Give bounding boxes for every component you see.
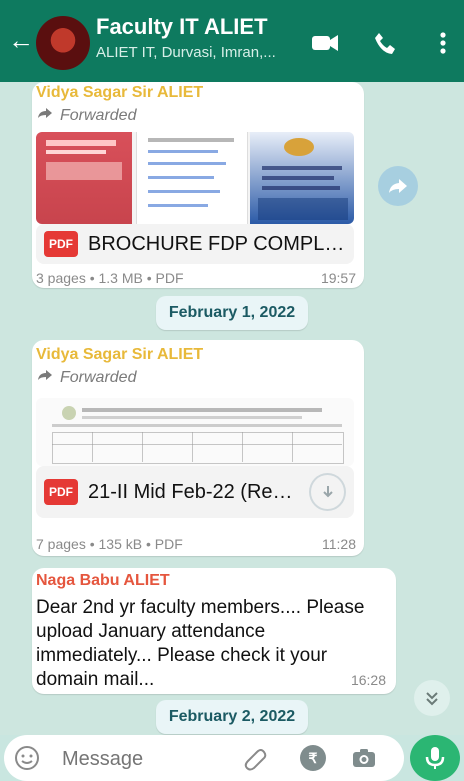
date-separator: February 2, 2022 [156, 700, 308, 734]
file-name: 21-II Mid Feb-22 (Revi... [88, 480, 300, 503]
message-composer: ₹ [4, 735, 404, 781]
forward-arrow-icon [36, 106, 54, 125]
forwarded-label: Forwarded [36, 368, 136, 387]
rupee-icon[interactable]: ₹ [300, 745, 326, 771]
message-bubble[interactable]: Vidya Sagar Sir ALIET Forwarded PDF BROC… [32, 82, 364, 288]
kebab-menu-icon[interactable] [428, 28, 458, 58]
forwarded-label: Forwarded [36, 106, 136, 125]
pdf-icon: PDF [44, 231, 78, 257]
forward-arrow-icon [36, 368, 54, 387]
message-time: 19:57 [320, 270, 356, 286]
paperclip-icon[interactable] [242, 745, 268, 776]
share-icon[interactable] [378, 166, 418, 206]
sender-name: Naga Babu ALIET [36, 572, 170, 589]
download-icon[interactable] [309, 473, 346, 511]
message-time: 11:28 [322, 536, 356, 552]
chat-title[interactable]: Faculty IT ALIET [96, 14, 268, 40]
emoji-icon[interactable] [14, 745, 40, 776]
pdf-file-row[interactable]: PDF 21-II Mid Feb-22 (Revi... [36, 466, 354, 518]
sender-name: Vidya Sagar Sir ALIET [36, 84, 204, 101]
file-meta: 3 pages • 1.3 MB • PDF [36, 270, 184, 286]
file-meta: 7 pages • 135 kB • PDF [36, 536, 183, 552]
phone-icon[interactable] [370, 28, 400, 58]
chat-header: ← Faculty IT ALIET ALIET IT, Durvasi, Im… [0, 0, 464, 82]
file-name: BROCHURE FDP COMPLET... [88, 232, 346, 255]
message-time: 16:28 [350, 672, 386, 688]
avatar[interactable] [36, 16, 90, 70]
message-bubble[interactable]: Vidya Sagar Sir ALIET Forwarded PDF 21-I… [32, 340, 364, 556]
sender-name: Vidya Sagar Sir ALIET [36, 346, 204, 363]
mic-icon [424, 745, 446, 776]
mic-button[interactable] [410, 735, 460, 781]
message-bubble[interactable]: Naga Babu ALIET Dear 2nd yr faculty memb… [32, 568, 396, 694]
arrow-left-icon[interactable]: ← [8, 26, 34, 54]
pdf-thumbnail[interactable] [36, 398, 354, 466]
pdf-file-row[interactable]: PDF BROCHURE FDP COMPLET... [36, 224, 354, 264]
date-separator: February 1, 2022 [156, 296, 308, 330]
message-input[interactable] [60, 741, 224, 777]
camera-icon[interactable] [350, 745, 378, 776]
chat-area[interactable]: Vidya Sagar Sir ALIET Forwarded PDF BROC… [0, 82, 464, 735]
pdf-thumbnail[interactable] [36, 132, 354, 224]
message-text: Dear 2nd yr faculty members.... Please u… [36, 597, 365, 690]
chevrons-down-icon[interactable] [414, 680, 450, 716]
chat-subtitle[interactable]: ALIET IT, Durvasi, Imran,... [96, 44, 276, 61]
pdf-icon: PDF [44, 479, 78, 505]
video-camera-icon[interactable] [310, 28, 340, 58]
